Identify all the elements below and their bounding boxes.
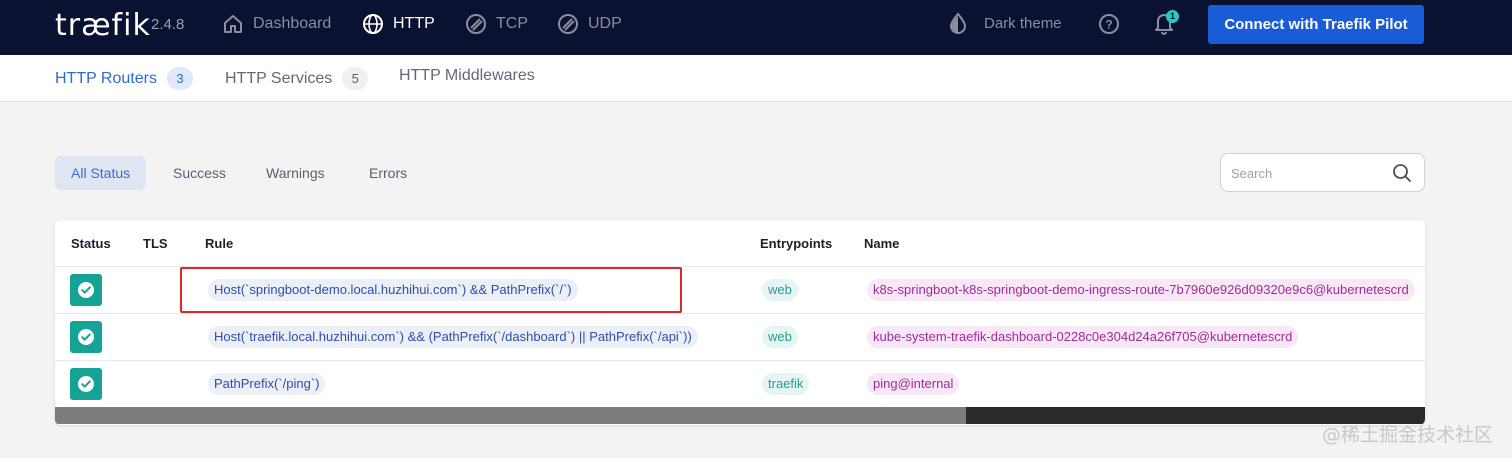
nav-udp[interactable]: UDP <box>557 12 622 36</box>
globe-icon <box>363 14 383 34</box>
nav-dashboard[interactable]: Dashboard <box>222 12 331 36</box>
filter-success[interactable]: Success <box>157 156 242 190</box>
status-success-icon <box>70 321 102 353</box>
highlight-annotation-box <box>180 267 682 313</box>
tab-http-routers[interactable]: HTTP Routers 3 <box>55 67 193 90</box>
tab-http-services[interactable]: HTTP Services 5 <box>225 67 369 90</box>
dark-theme-label: Dark theme <box>984 14 1062 32</box>
services-count-badge: 5 <box>342 67 369 90</box>
entrypoint-chip: web <box>762 326 798 348</box>
sub-navbar: HTTP Routers 3 HTTP Services 5 HTTP Midd… <box>0 55 1512 102</box>
nav-http[interactable]: HTTP <box>362 12 435 36</box>
notification-badge: 1 <box>1166 10 1179 23</box>
tab-http-services-label: HTTP Services <box>225 69 333 87</box>
tab-http-middlewares-label: HTTP Middlewares <box>399 67 535 84</box>
entrypoint-chip: traefik <box>762 373 810 395</box>
routers-table: Status TLS Rule Entrypoints Name Host(`s… <box>55 220 1425 425</box>
udp-icon <box>558 14 578 34</box>
filter-all-status[interactable]: All Status <box>55 156 147 190</box>
rule-chip: PathPrefix(`/ping`) <box>208 373 326 395</box>
horizontal-scrollbar[interactable] <box>55 407 1425 424</box>
router-name-chip: kube-system-traefik-dashboard-0228c0e304… <box>867 326 1299 348</box>
traefik-logo[interactable]: træfik <box>55 8 151 43</box>
header-status[interactable]: Status <box>71 236 111 251</box>
table-row[interactable]: Host(`traefik.local.huzhihui.com`) && (P… <box>55 313 1425 360</box>
search-icon[interactable] <box>1392 163 1412 183</box>
nav-tcp[interactable]: TCP <box>465 12 528 36</box>
help-button[interactable]: ? <box>1098 13 1120 40</box>
status-success-icon <box>70 368 102 400</box>
scrollbar-thumb[interactable] <box>55 407 966 424</box>
header-tls[interactable]: TLS <box>143 236 168 251</box>
router-name-chip: k8s-springboot-k8s-springboot-demo-ingre… <box>867 279 1415 301</box>
svg-text:?: ? <box>1105 18 1112 32</box>
nav-dashboard-label: Dashboard <box>253 15 332 32</box>
nav-http-label: HTTP <box>393 15 435 32</box>
tab-http-middlewares[interactable]: HTTP Middlewares <box>399 67 535 85</box>
entrypoint-chip: web <box>762 279 798 301</box>
header-entrypoints[interactable]: Entrypoints <box>760 236 832 251</box>
header-rule[interactable]: Rule <box>205 236 233 251</box>
drop-icon <box>949 12 967 34</box>
version-label: 2.4.8 <box>151 16 185 33</box>
home-icon <box>224 15 242 33</box>
rule-chip: Host(`traefik.local.huzhihui.com`) && (P… <box>208 326 698 348</box>
status-success-icon <box>70 274 102 306</box>
connect-pilot-button[interactable]: Connect with Traefik Pilot <box>1208 5 1424 44</box>
top-navbar: træfik 2.4.8 Dashboard HTTP TCP UDP Dark… <box>0 0 1512 55</box>
tab-http-routers-label: HTTP Routers <box>55 69 157 87</box>
search-box <box>1220 153 1425 192</box>
watermark: @稀土掘金技术社区 <box>1322 424 1494 446</box>
table-row[interactable]: PathPrefix(`/ping`) traefik ping@interna… <box>55 360 1425 407</box>
filter-errors[interactable]: Errors <box>353 156 423 190</box>
help-icon: ? <box>1099 14 1119 34</box>
search-input[interactable] <box>1231 162 1381 184</box>
nav-udp-label: UDP <box>588 15 622 32</box>
nav-tcp-label: TCP <box>496 15 528 32</box>
header-name[interactable]: Name <box>864 236 899 251</box>
routers-count-badge: 3 <box>166 67 193 90</box>
router-name-chip: ping@internal <box>867 373 960 395</box>
filter-warnings[interactable]: Warnings <box>250 156 341 190</box>
dark-theme-toggle[interactable]: Dark theme <box>948 12 1062 34</box>
tcp-icon <box>466 14 486 34</box>
